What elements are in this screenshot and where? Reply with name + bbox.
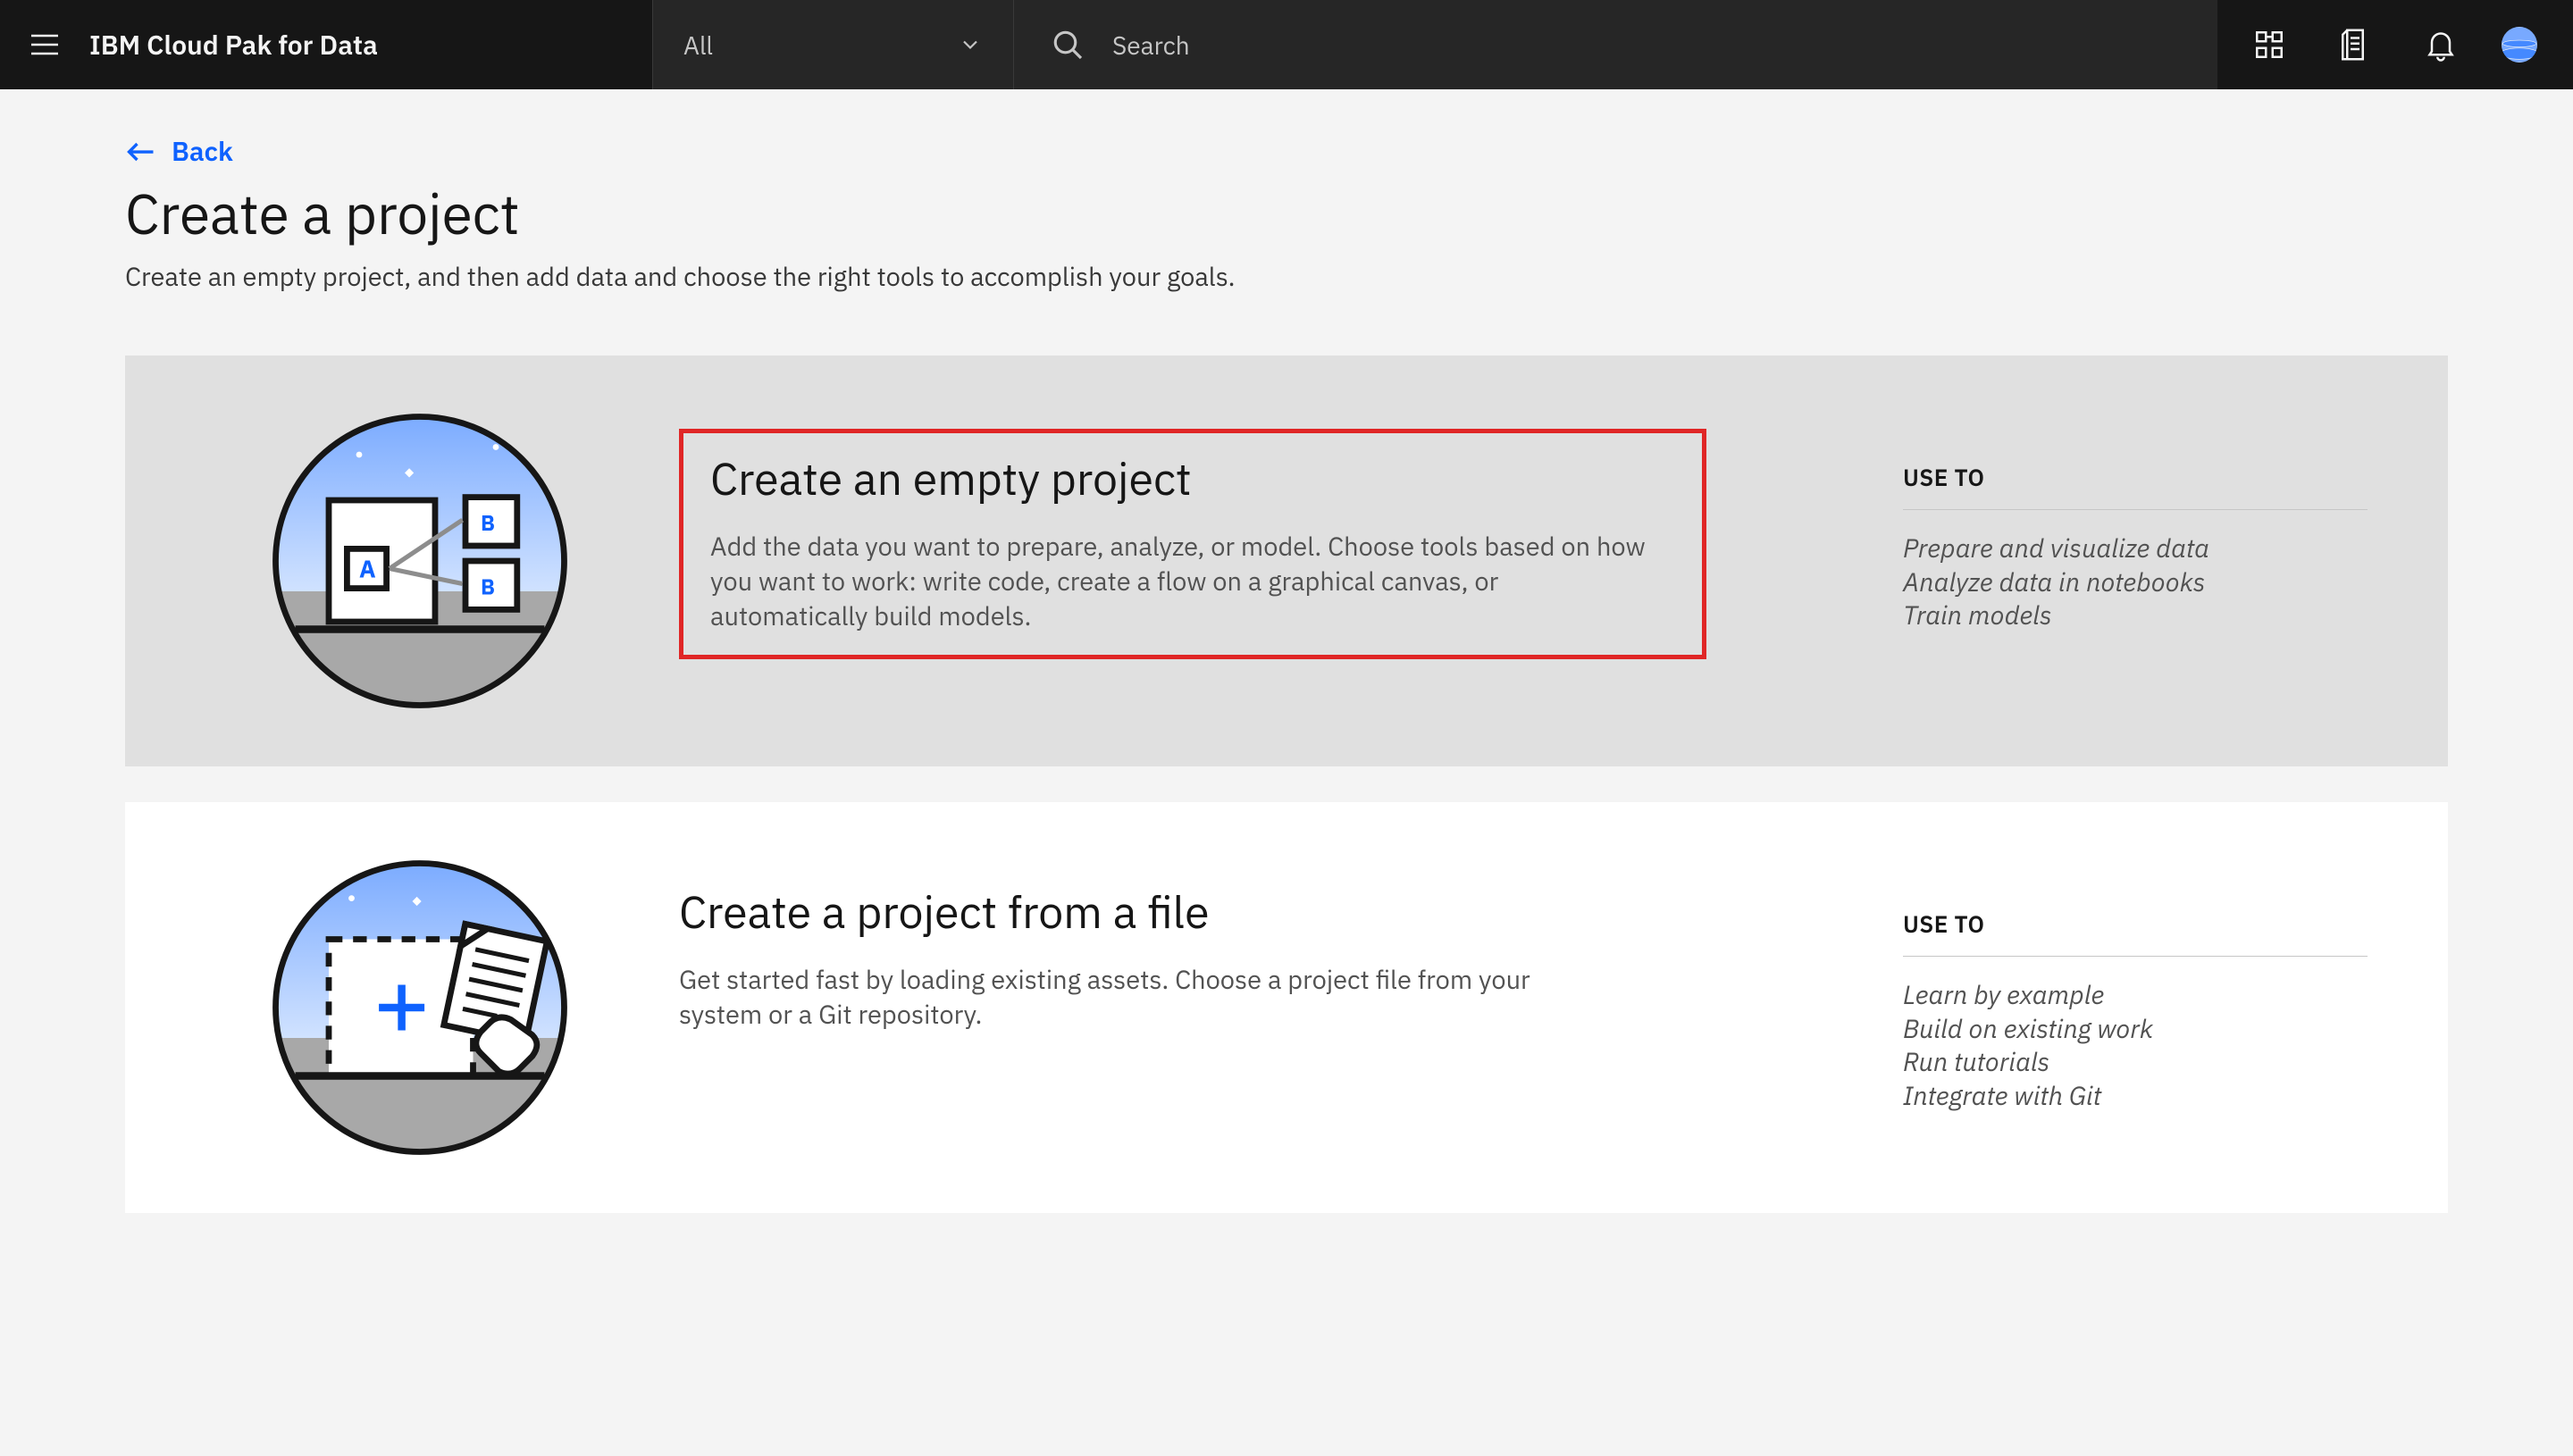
user-avatar[interactable] <box>2484 0 2564 89</box>
scope-dropdown[interactable]: All <box>652 0 1014 89</box>
hamburger-menu[interactable] <box>0 0 89 89</box>
back-link-label: Back <box>172 134 233 169</box>
useto-item: Integrate with Git <box>1903 1079 2368 1113</box>
svg-text:B: B <box>481 509 495 537</box>
card-body: Create a project from a file Get started… <box>608 856 1831 1159</box>
useto-heading: USE TO <box>1903 463 2368 510</box>
card-description: Add the data you want to prepare, analyz… <box>710 529 1648 633</box>
file-project-illustration <box>232 856 608 1159</box>
svg-text:A: A <box>359 554 376 585</box>
card-title: Create an empty project <box>710 449 1675 507</box>
useto-panel: USE TO Prepare and visualize data Analyz… <box>1831 409 2368 713</box>
top-bar: IBM Cloud Pak for Data All Search <box>0 0 2573 89</box>
app-switcher-button[interactable] <box>2226 0 2312 89</box>
chevron-down-icon <box>958 32 983 57</box>
notifications-button[interactable] <box>2398 0 2484 89</box>
useto-heading: USE TO <box>1903 909 2368 957</box>
useto-item: Prepare and visualize data <box>1903 531 2368 565</box>
useto-item: Run tutorials <box>1903 1045 2368 1079</box>
useto-panel: USE TO Learn by example Build on existin… <box>1831 856 2368 1159</box>
app-switcher-icon <box>2251 27 2287 63</box>
svg-text:B: B <box>481 573 495 600</box>
empty-project-illustration: A B B <box>232 409 608 713</box>
page-title: Create a project <box>125 178 2448 250</box>
highlighted-option: Create an empty project Add the data you… <box>679 429 1706 659</box>
hamburger-icon <box>27 27 63 63</box>
back-link[interactable]: Back <box>125 134 233 169</box>
card-create-from-file[interactable]: Create a project from a file Get started… <box>125 802 2448 1213</box>
avatar-icon <box>2502 27 2537 63</box>
clipboard-button[interactable] <box>2312 0 2398 89</box>
product-title[interactable]: IBM Cloud Pak for Data <box>89 28 652 63</box>
page-subtitle: Create an empty project, and then add da… <box>125 259 2448 293</box>
search-placeholder: Search <box>1112 29 1190 62</box>
useto-item: Learn by example <box>1903 978 2368 1012</box>
useto-item: Build on existing work <box>1903 1012 2368 1046</box>
search-icon <box>1041 27 1094 63</box>
useto-item: Analyze data in notebooks <box>1903 565 2368 599</box>
card-create-empty-project[interactable]: A B B <box>125 356 2448 766</box>
topbar-actions <box>2217 0 2573 89</box>
search-box[interactable]: Search <box>1014 0 2217 89</box>
bell-icon <box>2423 27 2459 63</box>
useto-item: Train models <box>1903 598 2368 632</box>
scope-dropdown-label: All <box>683 29 713 62</box>
card-description: Get started fast by loading existing ass… <box>679 962 1617 1032</box>
card-body: Create an empty project Add the data you… <box>608 409 1831 713</box>
clipboard-icon <box>2337 27 2373 63</box>
main-content: Back Create a project Create an empty pr… <box>0 89 2573 1213</box>
arrow-left-icon <box>125 136 157 168</box>
card-title: Create a project from a file <box>679 883 1796 941</box>
